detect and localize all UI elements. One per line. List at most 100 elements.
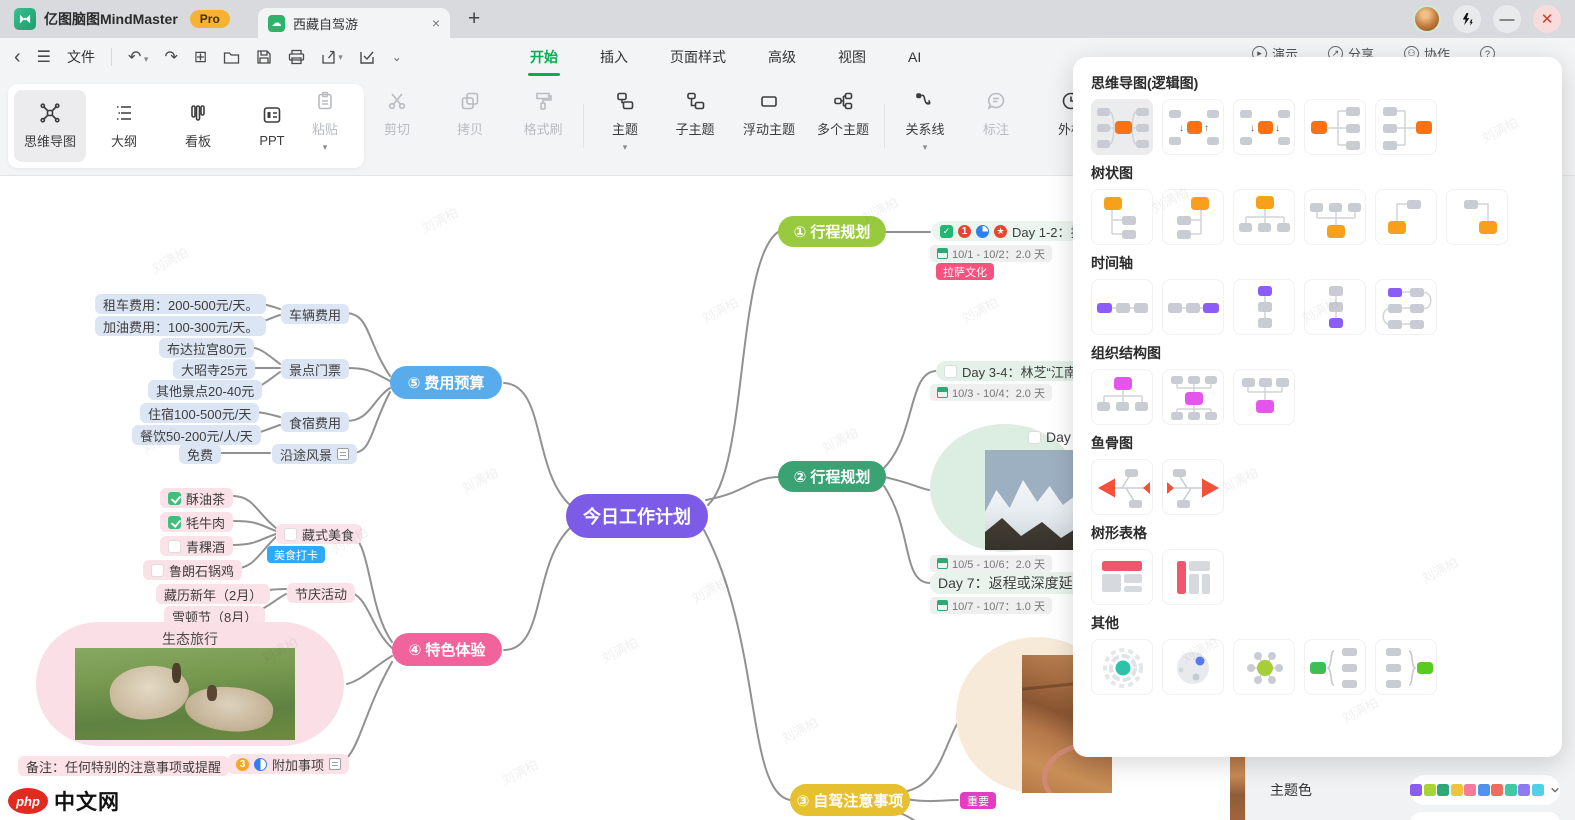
layout-thumb-time-v2[interactable]	[1304, 279, 1366, 335]
layout-thumb-mm-both[interactable]	[1091, 99, 1153, 155]
layout-thumb-tree-4[interactable]	[1304, 189, 1366, 245]
layout-thumb-tree-6[interactable]	[1446, 189, 1508, 245]
theme-color-swatch[interactable]	[1504, 784, 1517, 796]
node-vehicle-cost[interactable]: 车辆费用	[281, 304, 350, 324]
undo-icon[interactable]: ↶ ▾	[128, 47, 148, 67]
tag-lhasa-culture[interactable]: 拉萨文化	[936, 263, 994, 280]
back-icon[interactable]: ‹	[14, 46, 21, 69]
tag-important[interactable]: 重要	[960, 792, 996, 809]
check-icon[interactable]: ✓	[940, 224, 953, 238]
node-tickets[interactable]: 景点门票	[281, 359, 350, 379]
branch-3-driving-notes[interactable]: ③ 自驾注意事项	[790, 784, 910, 816]
layout-thumb-bubble[interactable]	[1162, 639, 1224, 695]
node-tibetan-food[interactable]: 藏式美食	[276, 524, 363, 544]
floating-topic-button[interactable]: 浮动主题	[736, 90, 802, 138]
node-meal-cost[interactable]: 餐饮50-200元/人/天	[132, 425, 261, 445]
layout-thumb-brace-right[interactable]	[1375, 639, 1437, 695]
central-topic[interactable]: 今日工作计划	[566, 494, 708, 538]
new-tab-button[interactable]: +	[468, 7, 480, 31]
layout-thumb-table-top[interactable]	[1091, 549, 1153, 605]
upgrade-flash-icon[interactable]	[1453, 5, 1481, 33]
redo-icon[interactable]: ↷	[164, 47, 177, 67]
partial-control[interactable]	[1410, 812, 1560, 820]
checkbox-unchecked[interactable]	[284, 527, 297, 541]
node-other-spots[interactable]: 其他景点20-40元	[148, 380, 263, 400]
node-free[interactable]: 免费	[179, 444, 222, 464]
print-icon[interactable]	[288, 49, 305, 65]
node-stone-pot-chicken[interactable]: 鲁朗石锅鸡	[143, 560, 243, 580]
close-window-button[interactable]: ✕	[1533, 5, 1561, 33]
theme-color-swatch[interactable]	[1450, 784, 1463, 796]
layout-thumb-org-1[interactable]	[1091, 369, 1153, 425]
mountain-photo[interactable]	[985, 450, 1080, 550]
view-mode-kanban[interactable]: 看板	[162, 90, 234, 162]
layout-thumb-fish-left[interactable]	[1091, 459, 1153, 515]
layout-thumb-brace-left[interactable]	[1304, 639, 1366, 695]
branch-2-itinerary[interactable]: ② 行程规划	[778, 461, 886, 492]
file-menu[interactable]: 文件	[67, 47, 95, 67]
topic-button[interactable]: 主题 ▾	[592, 90, 658, 152]
branch-5-budget[interactable]: ⑤ 费用预算	[390, 366, 502, 399]
theme-color-swatch[interactable]	[1437, 784, 1449, 796]
new-file-icon[interactable]: ⊞	[194, 47, 207, 67]
note-icon[interactable]	[337, 448, 350, 460]
theme-color-swatch[interactable]	[1518, 784, 1530, 796]
node-lodging[interactable]: 食宿费用	[281, 412, 350, 432]
branch-4-experience[interactable]: ④ 特色体验	[392, 633, 502, 666]
layout-thumb-time-h2[interactable]	[1162, 279, 1224, 335]
node-festival[interactable]: 节庆活动	[287, 583, 356, 603]
user-avatar[interactable]	[1413, 5, 1441, 33]
node-remark[interactable]: 备注：任何特别的注意事项或提醒	[18, 756, 230, 776]
sheep-photo[interactable]	[75, 648, 295, 740]
tab-start[interactable]: 开始	[528, 47, 560, 76]
node-additional-items[interactable]: 3 附加事项	[228, 754, 350, 774]
layout-thumb-radial[interactable]	[1233, 639, 1295, 695]
subtopic-button[interactable]: 子主题	[662, 90, 728, 138]
layout-thumb-logic-left[interactable]	[1375, 99, 1437, 155]
theme-color-picker[interactable]	[1410, 775, 1560, 805]
node-butter-tea[interactable]: 酥油茶	[160, 488, 234, 508]
relationship-line-button[interactable]: 关系线 ▾	[892, 90, 958, 152]
export-icon[interactable]: ▾	[321, 49, 343, 65]
node-day7-date[interactable]: 10/7 - 10/7：1.0 天	[930, 597, 1052, 614]
theme-color-swatch[interactable]	[1423, 784, 1436, 796]
checkbox-unchecked[interactable]	[168, 539, 181, 553]
checkbox-unchecked[interactable]	[944, 364, 957, 378]
view-mode-mindmap[interactable]: 思维导图	[14, 90, 86, 162]
theme-color-swatch[interactable]	[1464, 784, 1476, 796]
tab-page-style[interactable]: 页面样式	[668, 47, 728, 67]
theme-color-swatch[interactable]	[1491, 784, 1503, 796]
document-tab[interactable]: ☁ 西藏自驾游 ×	[258, 8, 450, 38]
layout-thumb-time-s[interactable]	[1375, 279, 1437, 335]
close-tab-icon[interactable]: ×	[432, 15, 440, 31]
tab-ai[interactable]: AI	[906, 49, 923, 65]
open-folder-icon[interactable]	[223, 50, 240, 65]
tab-insert[interactable]: 插入	[598, 47, 630, 67]
theme-color-swatch[interactable]	[1477, 784, 1490, 796]
note-icon[interactable]	[329, 758, 342, 770]
layout-thumb-fish-right[interactable]	[1162, 459, 1224, 515]
checkbox-checked[interactable]	[168, 515, 181, 529]
multiple-topics-button[interactable]: 多个主题	[810, 90, 876, 138]
layout-thumb-time-h1[interactable]	[1091, 279, 1153, 335]
collapse-toolbar-icon[interactable]: ⌄	[392, 50, 402, 64]
hamburger-menu-icon[interactable]: ☰	[37, 47, 51, 67]
node-barley-wine[interactable]: 青稞酒	[160, 536, 234, 556]
save-icon[interactable]	[256, 49, 272, 65]
checkbox-unchecked[interactable]	[1028, 430, 1041, 444]
import-check-icon[interactable]	[359, 49, 376, 65]
layout-thumb-tree-3[interactable]	[1233, 189, 1295, 245]
branch-1-itinerary[interactable]: ① 行程规划	[778, 216, 886, 247]
layout-thumb-table-left[interactable]	[1162, 549, 1224, 605]
checkbox-unchecked[interactable]	[151, 563, 164, 577]
minimize-button[interactable]: —	[1493, 5, 1521, 33]
node-rent-cost[interactable]: 租车费用：200-500元/天。	[95, 294, 267, 314]
tab-view[interactable]: 视图	[836, 47, 868, 67]
checkbox-checked[interactable]	[168, 491, 181, 505]
node-potala[interactable]: 布达拉宫80元	[159, 338, 255, 358]
node-fuel-cost[interactable]: 加油费用：100-300元/天。	[95, 316, 267, 336]
node-day56-date[interactable]: 10/5 - 10/6：2.0 天	[930, 555, 1052, 572]
layout-thumb-time-v1[interactable]	[1233, 279, 1295, 335]
layout-thumb-org-2[interactable]	[1162, 369, 1224, 425]
node-jokhang[interactable]: 大昭寺25元	[173, 359, 256, 379]
